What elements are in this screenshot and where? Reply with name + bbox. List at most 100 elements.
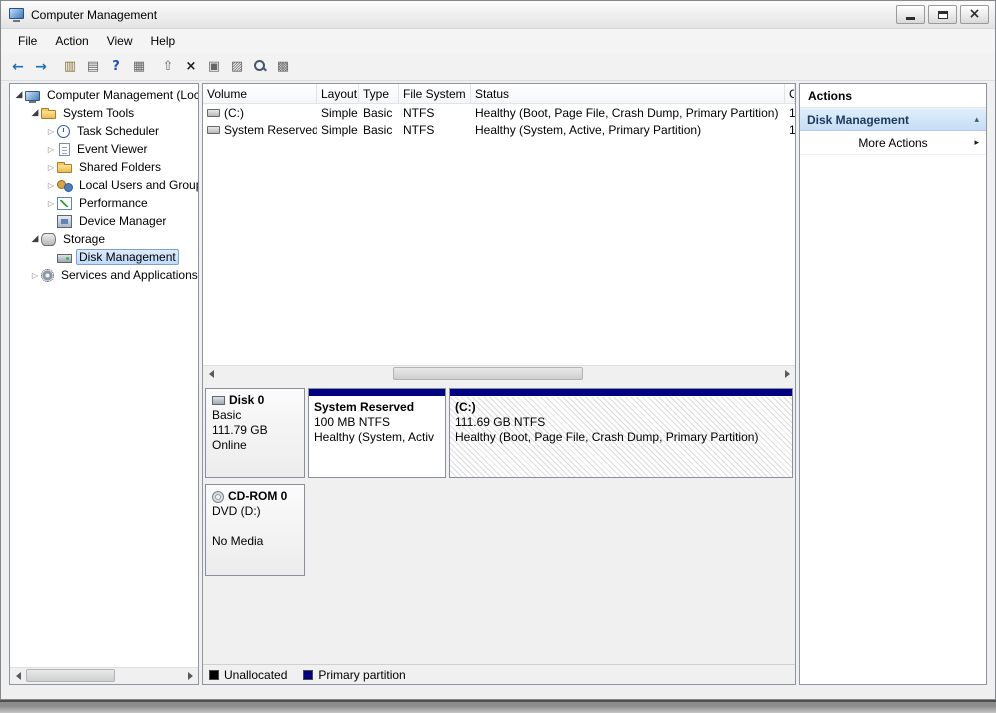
export-list-icon: ▤	[87, 59, 99, 74]
delete-button[interactable]: ×	[180, 56, 202, 78]
tree-item-disk-management[interactable]: Disk Management	[10, 248, 198, 266]
forward-icon: →	[35, 59, 47, 75]
menu-action[interactable]: Action	[46, 31, 97, 51]
settings-button[interactable]: ▩	[272, 56, 294, 78]
column-header-volume[interactable]: Volume	[203, 84, 317, 103]
tree-item-storage[interactable]: ◢ Storage	[10, 230, 198, 248]
file-system-cell: NTFS	[399, 123, 471, 137]
column-header-file-system[interactable]: File System	[399, 84, 471, 103]
primary-partition-swatch	[303, 670, 313, 680]
partition-system-reserved[interactable]: System Reserved 100 MB NTFS Healthy (Sys…	[308, 388, 446, 478]
expander-icon[interactable]: ◢	[13, 90, 25, 100]
tree-item-device-manager[interactable]: Device Manager	[10, 212, 198, 230]
forward-button[interactable]: →	[30, 56, 52, 78]
close-button[interactable]: ×	[960, 5, 989, 24]
tree-item-label: Services and Applications	[58, 268, 198, 282]
event-viewer-icon	[59, 143, 70, 156]
partition-c-selected[interactable]: (C:) 111.69 GB NTFS Healthy (Boot, Page …	[449, 388, 793, 478]
tree-item-system-tools[interactable]: ◢ System Tools	[10, 104, 198, 122]
properties-button[interactable]: ▣	[203, 56, 225, 78]
toolbar: ← → ▥ ▤ ? ▦ ⇧ × ▣ ▨ ▩	[1, 53, 995, 81]
tree-item-services-and-applications[interactable]: ▷ Services and Applications	[10, 266, 198, 284]
back-button[interactable]: ←	[7, 56, 29, 78]
column-header-capacity[interactable]: C	[785, 84, 795, 103]
scrollbar-track[interactable]	[219, 366, 779, 382]
expander-icon[interactable]: ◢	[29, 108, 41, 118]
local-users-and-groups-icon	[57, 179, 72, 192]
tree-item-performance[interactable]: ▷ Performance	[10, 194, 198, 212]
legend-bar: Unallocated Primary partition	[203, 664, 795, 684]
more-actions-item[interactable]: More Actions ▸	[800, 131, 986, 155]
tree-item-local-users-and-groups[interactable]: ▷ Local Users and Groups	[10, 176, 198, 194]
main-area: ◢ Computer Management (Local ◢ System To…	[1, 81, 995, 685]
volume-icon	[207, 126, 220, 134]
tree-item-shared-folders[interactable]: ▷ Shared Folders	[10, 158, 198, 176]
disk0-title: Disk 0	[229, 393, 264, 408]
tree-item-label: Task Scheduler	[74, 124, 162, 138]
scroll-left-button[interactable]	[203, 366, 219, 382]
scroll-left-button[interactable]	[10, 668, 26, 684]
scroll-right-button[interactable]	[182, 668, 198, 684]
delete-icon: ×	[186, 59, 197, 74]
volume-name: System Reserved	[224, 123, 317, 137]
expander-icon[interactable]: ▷	[45, 163, 57, 172]
expander-icon[interactable]: ▷	[45, 199, 57, 208]
column-header-status[interactable]: Status	[471, 84, 785, 103]
find-button[interactable]	[249, 56, 271, 78]
maximize-icon	[938, 11, 948, 19]
disk0-header[interactable]: Disk 0 Basic 111.79 GB Online	[205, 388, 305, 478]
menu-help[interactable]: Help	[142, 31, 185, 51]
scrollbar-thumb[interactable]	[393, 367, 583, 380]
scroll-right-button[interactable]	[779, 366, 795, 382]
collapse-chevron-icon[interactable]: ▴	[974, 115, 979, 125]
show-hide-action-pane-button[interactable]: ▦	[128, 56, 150, 78]
cd-rom-icon	[212, 491, 224, 503]
type-cell: Basic	[359, 123, 399, 137]
up-level-button[interactable]: ⇧	[157, 56, 179, 78]
disk0-size: 111.79 GB	[212, 423, 298, 438]
expander-icon[interactable]: ▷	[45, 181, 57, 190]
menu-view[interactable]: View	[98, 31, 142, 51]
volume-list-horizontal-scrollbar[interactable]	[203, 365, 795, 382]
actions-group-label: Disk Management	[807, 113, 909, 127]
expander-icon[interactable]: ◢	[29, 234, 41, 244]
performance-icon	[57, 197, 72, 210]
status-cell: Healthy (System, Active, Primary Partiti…	[471, 123, 785, 137]
open-button[interactable]: ▨	[226, 56, 248, 78]
disk0-type: Basic	[212, 408, 298, 423]
close-icon: ×	[969, 7, 981, 22]
maximize-button[interactable]	[928, 5, 957, 24]
expander-icon[interactable]: ▷	[45, 127, 57, 136]
scrollbar-track[interactable]	[26, 668, 182, 684]
tree-horizontal-scrollbar[interactable]	[10, 667, 198, 684]
column-header-layout[interactable]: Layout	[317, 84, 359, 103]
tree-item-label-selected: Disk Management	[76, 249, 179, 265]
titlebar[interactable]: Computer Management ×	[1, 1, 995, 29]
volume-row-system-reserved[interactable]: System Reserved Simple Basic NTFS Health…	[203, 121, 795, 138]
submenu-arrow-icon: ▸	[974, 138, 979, 148]
tree-item-label: Performance	[76, 196, 151, 210]
cdrom-media-status: No Media	[212, 534, 298, 549]
volume-row-c[interactable]: (C:) Simple Basic NTFS Healthy (Boot, Pa…	[203, 104, 795, 121]
actions-group-disk-management[interactable]: Disk Management ▴	[800, 108, 986, 131]
tree-item-task-scheduler[interactable]: ▷ Task Scheduler	[10, 122, 198, 140]
services-and-applications-icon	[41, 269, 54, 282]
help-button[interactable]: ?	[105, 56, 127, 78]
menu-file[interactable]: File	[9, 31, 46, 51]
volume-name: (C:)	[224, 106, 244, 120]
volume-icon	[207, 109, 220, 117]
cdrom-drive-letter: DVD (D:)	[212, 504, 298, 519]
show-hide-console-tree-button[interactable]: ▥	[59, 56, 81, 78]
disk0-partitions: System Reserved 100 MB NTFS Healthy (Sys…	[308, 388, 793, 478]
scrollbar-thumb[interactable]	[26, 669, 115, 682]
minimize-button[interactable]	[896, 5, 925, 24]
volume-cell: (C:)	[203, 106, 317, 120]
expander-icon[interactable]: ▷	[45, 145, 57, 154]
tree-item-computer-management[interactable]: ◢ Computer Management (Local	[10, 86, 198, 104]
export-list-button[interactable]: ▤	[82, 56, 104, 78]
cdrom-header[interactable]: CD-ROM 0 DVD (D:) No Media	[205, 484, 305, 576]
column-header-type[interactable]: Type	[359, 84, 399, 103]
tree-item-event-viewer[interactable]: ▷ Event Viewer	[10, 140, 198, 158]
expander-icon[interactable]: ▷	[29, 271, 41, 280]
partition-size: 111.69 GB NTFS	[455, 415, 787, 430]
